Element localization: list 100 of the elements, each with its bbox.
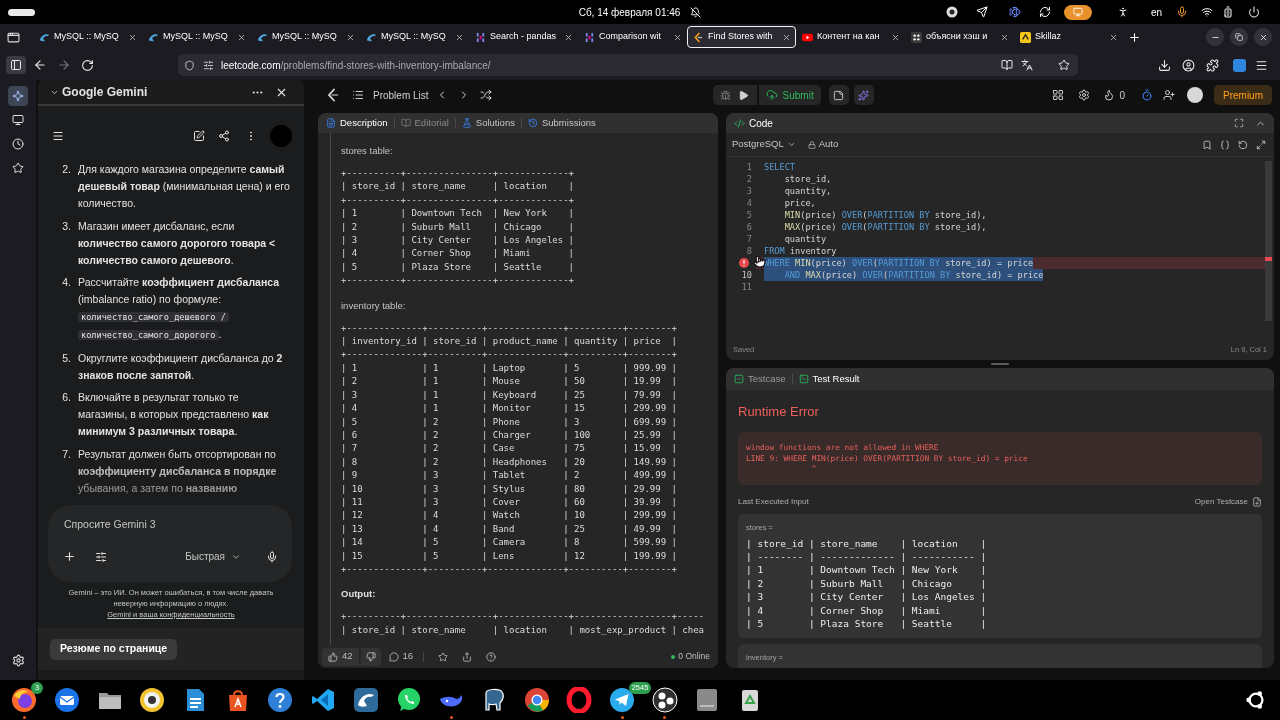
notes-button[interactable] (828, 85, 849, 105)
screen-share-icon[interactable] (1063, 4, 1092, 20)
translate-icon[interactable] (1021, 59, 1033, 71)
close-button[interactable] (1254, 28, 1272, 46)
panel-tab[interactable]: Test Result (798, 371, 860, 387)
add-icon[interactable] (63, 550, 76, 563)
browser-tab[interactable]: Find Stores with (687, 26, 796, 48)
back-icon[interactable] (33, 58, 47, 72)
close-icon[interactable] (673, 32, 682, 42)
account-icon[interactable] (1182, 58, 1195, 72)
panel-tab[interactable]: Submissions (527, 115, 596, 131)
add-user-icon[interactable] (1163, 89, 1175, 101)
three-circles-icon[interactable] (651, 687, 678, 713)
address-field[interactable]: leetcode.com/problems/find-stores-with-inventory-imbalance/ (178, 54, 1078, 76)
close-icon[interactable] (1000, 32, 1009, 42)
microphone-icon[interactable] (266, 550, 278, 563)
dislike-button[interactable] (360, 647, 381, 666)
profile-avatar[interactable] (1187, 87, 1203, 103)
circle-dot-icon[interactable] (945, 6, 958, 18)
autocomplete-mode[interactable]: Auto (807, 137, 839, 152)
new-chat-icon[interactable] (193, 130, 205, 142)
reload-icon[interactable] (81, 58, 94, 72)
browser-tab[interactable]: Search - pandas (469, 26, 578, 48)
window-icon[interactable] (7, 30, 20, 44)
power-icon[interactable] (1248, 6, 1260, 18)
browser-tab[interactable]: Контент на кан (796, 26, 905, 48)
sidebar-app-button[interactable] (8, 86, 28, 106)
share-icon[interactable] (218, 130, 230, 142)
dolphin-icon[interactable] (352, 687, 379, 713)
browser-circle-icon[interactable] (523, 687, 550, 713)
bracket-logo-icon[interactable] (326, 88, 340, 102)
settings-icon[interactable] (11, 654, 25, 667)
browser-tab[interactable]: MySQL :: MySQ (142, 26, 251, 48)
chat-phone-icon[interactable] (395, 687, 422, 713)
run-icon[interactable] (738, 89, 750, 101)
mail-icon[interactable] (54, 687, 81, 713)
tools-icon[interactable] (95, 550, 107, 563)
menu-icon[interactable] (1255, 58, 1268, 72)
panel-tab[interactable]: Solutions (461, 115, 515, 131)
open-testcase-link[interactable]: Open Testcase (1194, 495, 1262, 508)
forward-icon[interactable] (57, 58, 71, 72)
extensions-icon[interactable] (1206, 58, 1219, 72)
bell-off-icon[interactable] (690, 6, 702, 18)
microphone-icon[interactable] (1176, 6, 1188, 18)
assistant-button[interactable] (853, 85, 874, 105)
summary-button[interactable]: Резюме по странице (50, 638, 178, 660)
layout-icon[interactable] (1052, 89, 1065, 101)
reader-view-icon[interactable] (1001, 59, 1013, 71)
panel-tab[interactable]: Testcase (734, 371, 786, 387)
like-button[interactable]: 42 (322, 647, 359, 666)
format-braces-icon[interactable] (1220, 139, 1230, 150)
maximize-button[interactable] (1230, 28, 1248, 46)
close-icon[interactable] (891, 32, 900, 42)
settings-icon[interactable] (1078, 89, 1091, 101)
bookmark-star-icon[interactable] (1058, 59, 1070, 71)
comments-button[interactable]: 16 (388, 649, 414, 664)
close-icon[interactable] (782, 32, 791, 42)
timer-icon[interactable] (1141, 89, 1153, 101)
globe-browser-icon[interactable] (11, 687, 38, 713)
help-icon[interactable] (267, 687, 294, 713)
resize-handle[interactable] (991, 363, 1009, 365)
paper-plane-icon[interactable] (975, 6, 988, 18)
download-icon[interactable] (1158, 58, 1171, 72)
premium-button[interactable]: Premium (1214, 85, 1272, 105)
browser-tab[interactable]: MySQL :: MySQ (251, 26, 360, 48)
minimize-button[interactable] (1206, 28, 1224, 46)
prompt-input[interactable]: Спросите Gemini 3 (58, 515, 282, 533)
speaker-icon[interactable] (139, 687, 166, 713)
permissions-icon[interactable] (203, 59, 214, 71)
panel-tab[interactable]: Description (326, 115, 388, 131)
favorite-star-icon[interactable] (438, 651, 449, 662)
close-icon[interactable] (564, 32, 574, 42)
browser-tab[interactable]: Comparison wit (578, 26, 687, 48)
close-icon[interactable] (1109, 32, 1118, 42)
streak-counter[interactable]: 0 (1103, 87, 1125, 103)
browser-tab[interactable]: MySQL :: MySQ (360, 26, 469, 48)
keyboard-layout[interactable]: en (1150, 4, 1162, 20)
language-selector[interactable]: PostgreSQL (732, 137, 796, 152)
workspace-indicator[interactable] (8, 8, 35, 16)
expand-icon[interactable] (1256, 139, 1266, 150)
fish-icon[interactable] (1008, 6, 1021, 18)
shuffle-icon[interactable] (479, 89, 492, 101)
submit-button[interactable]: Submit (758, 85, 821, 105)
problem-list-link[interactable]: Problem List (352, 87, 429, 103)
reset-icon[interactable] (1238, 139, 1248, 150)
battery-icon[interactable] (1222, 6, 1234, 18)
ring-icon[interactable] (566, 687, 593, 713)
debug-icon[interactable] (720, 89, 732, 101)
menu-icon[interactable] (52, 130, 64, 142)
code-editor-icon[interactable] (310, 687, 337, 713)
wifi-icon[interactable] (1201, 6, 1213, 18)
sync-icon[interactable] (1038, 6, 1051, 18)
fullscreen-icon[interactable] (1234, 118, 1244, 128)
bookmark-icon[interactable] (1202, 139, 1212, 150)
close-icon[interactable] (237, 32, 246, 42)
browser-tab[interactable]: MySQL :: MySQ (33, 26, 142, 48)
sidebar-toggle-button[interactable] (6, 56, 26, 74)
browser-tab[interactable]: Skillaz (1014, 26, 1123, 48)
clock-date[interactable]: Сб, 14 февраля 01:46 (578, 4, 681, 20)
mode-selector[interactable]: Быстрая (185, 549, 241, 564)
